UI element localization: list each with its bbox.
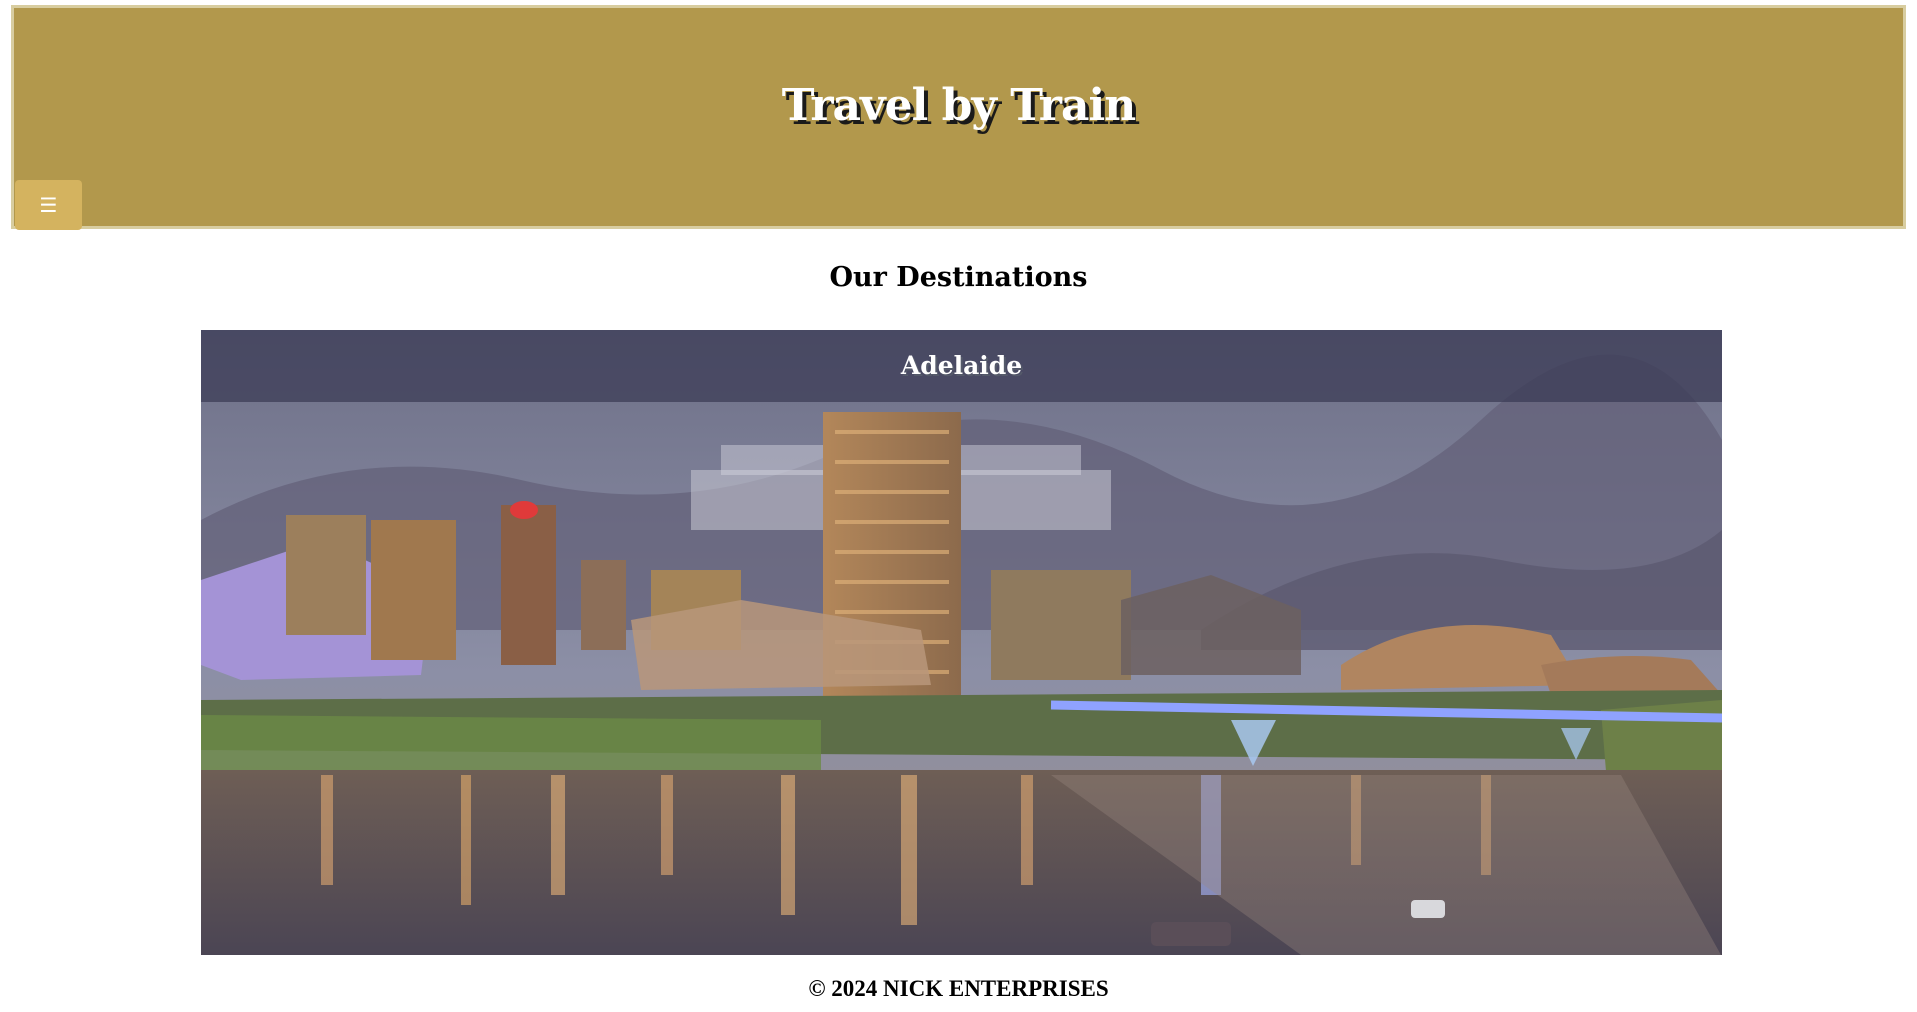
hamburger-menu-icon: ☰ [39, 193, 58, 217]
footer-copyright: © 2024 NICK ENTERPRISES [808, 976, 1109, 1001]
destination-caption: Adelaide [201, 330, 1722, 402]
site-header: Travel by Train ☰ [11, 5, 1906, 230]
adelaide-skyline-image [201, 330, 1722, 955]
destination-card-adelaide[interactable]: Adelaide [201, 330, 1722, 955]
section-title: Our Destinations [829, 262, 1088, 293]
site-title: Travel by Train [781, 80, 1136, 131]
hamburger-menu-button[interactable]: ☰ [15, 180, 82, 230]
